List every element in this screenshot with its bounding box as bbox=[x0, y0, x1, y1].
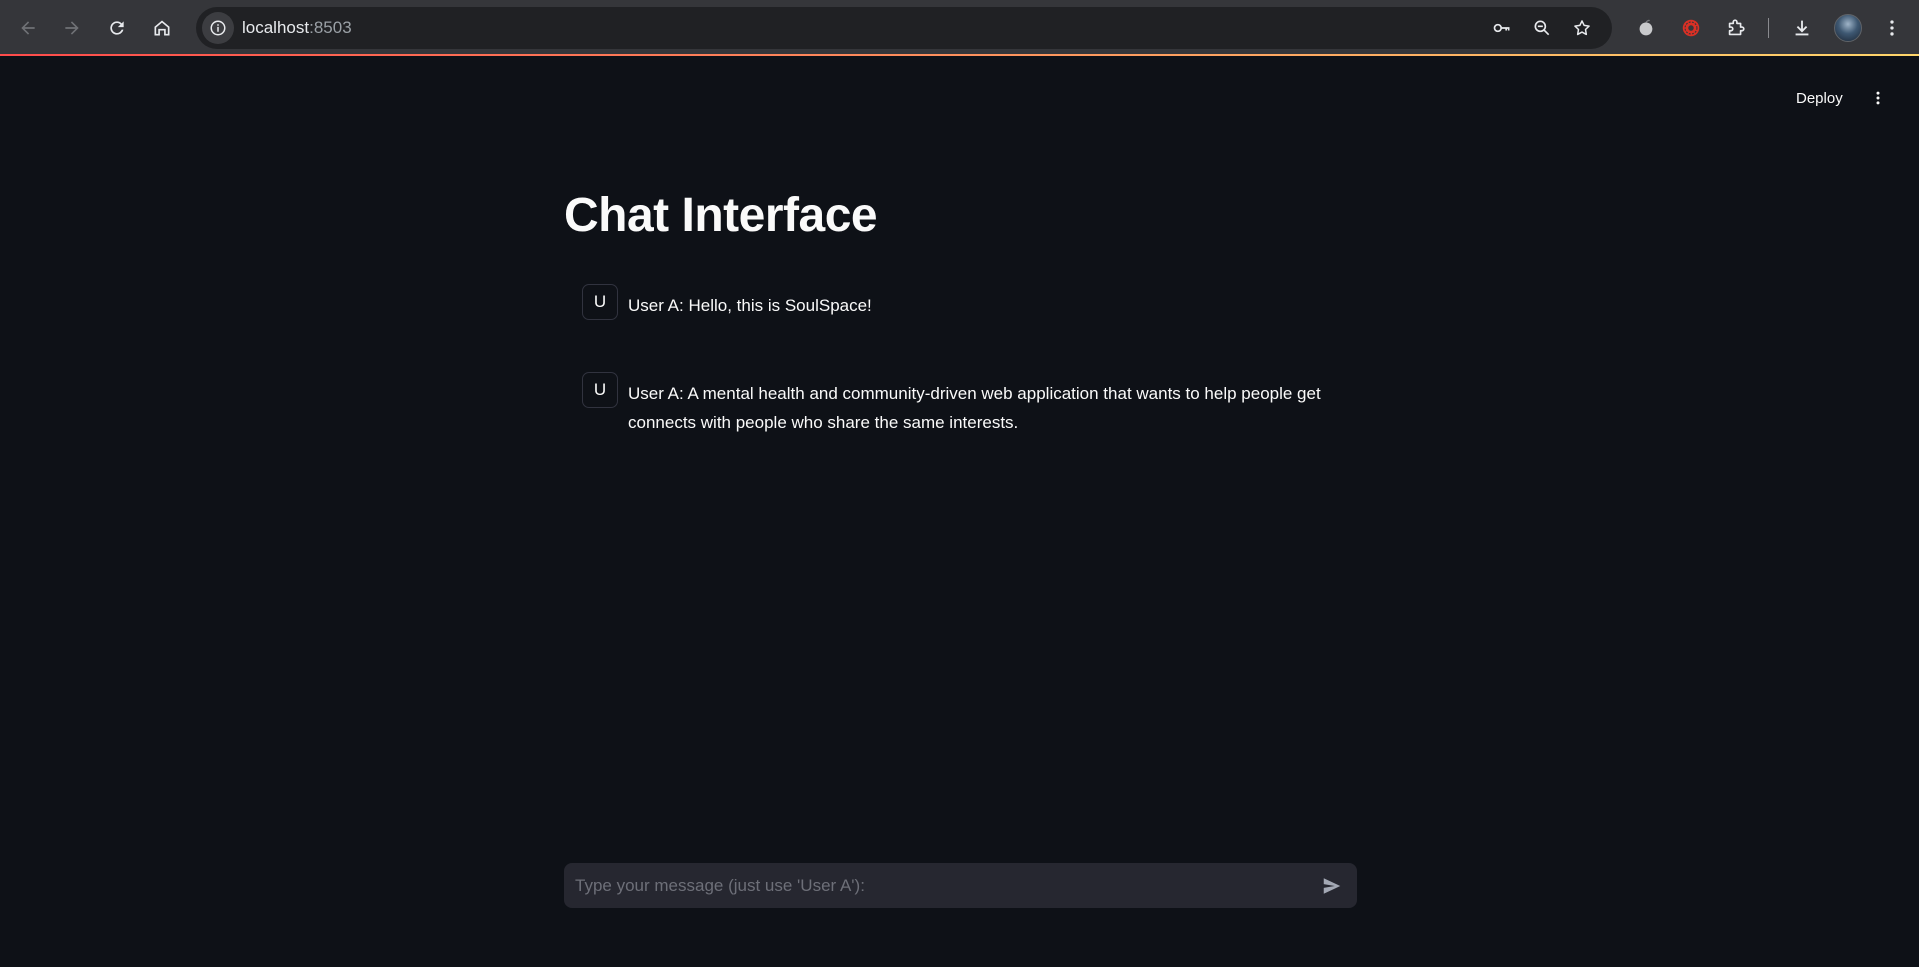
password-button[interactable] bbox=[1486, 12, 1518, 44]
chat-message: U User A: A mental health and community-… bbox=[582, 372, 1362, 437]
zoom-icon bbox=[1534, 20, 1550, 36]
home-button[interactable] bbox=[146, 12, 178, 44]
info-icon bbox=[210, 20, 226, 36]
extension-2-button[interactable] bbox=[1675, 12, 1707, 44]
kebab-menu-icon bbox=[1876, 91, 1880, 105]
url-port: :8503 bbox=[309, 18, 352, 37]
avatar[interactable] bbox=[1834, 14, 1862, 42]
app-loading-bar bbox=[0, 54, 1919, 56]
back-button[interactable] bbox=[12, 12, 44, 44]
reload-button[interactable] bbox=[101, 12, 133, 44]
message-avatar: U bbox=[582, 284, 618, 320]
url-host: localhost bbox=[242, 18, 310, 37]
deploy-button[interactable]: Deploy bbox=[1786, 82, 1853, 114]
reload-icon bbox=[110, 21, 124, 35]
download-icon bbox=[1795, 20, 1809, 36]
extension-record-icon bbox=[1682, 19, 1700, 37]
kebab-menu-icon bbox=[1890, 20, 1894, 36]
forward-button[interactable] bbox=[56, 12, 88, 44]
page-title: Chat Interface bbox=[564, 189, 878, 242]
message-text: User A: Hello, this is SoulSpace! bbox=[628, 296, 872, 315]
star-icon bbox=[1574, 20, 1590, 36]
extension-1-button[interactable] bbox=[1630, 12, 1662, 44]
zoom-button[interactable] bbox=[1526, 12, 1558, 44]
message-text: User A: A mental health and community-dr… bbox=[628, 384, 1321, 432]
puzzle-icon bbox=[1728, 19, 1745, 36]
browser-menu-button[interactable] bbox=[1876, 12, 1908, 44]
chat-message: U User A: Hello, this is SoulSpace! bbox=[582, 284, 1362, 320]
back-arrow-icon bbox=[21, 21, 35, 35]
forward-arrow-icon bbox=[65, 21, 79, 35]
message-avatar: U bbox=[582, 372, 618, 408]
address-bar[interactable]: localhost:8503 bbox=[196, 7, 1612, 49]
key-icon bbox=[1493, 23, 1510, 33]
app-menu-button[interactable] bbox=[1862, 82, 1894, 114]
extension-apple-icon bbox=[1639, 19, 1653, 36]
toolbar-divider bbox=[1768, 18, 1769, 38]
site-info-button[interactable] bbox=[202, 12, 234, 44]
home-icon bbox=[154, 20, 170, 36]
send-icon bbox=[1323, 878, 1341, 894]
chat-input-container bbox=[564, 863, 1357, 908]
browser-toolbar: localhost:8503 bbox=[0, 0, 1919, 56]
bookmark-button[interactable] bbox=[1566, 12, 1598, 44]
url-text[interactable]: localhost:8503 bbox=[242, 7, 352, 49]
chat-input[interactable] bbox=[564, 863, 1304, 908]
downloads-button[interactable] bbox=[1786, 12, 1818, 44]
extensions-button[interactable] bbox=[1720, 12, 1752, 44]
send-button[interactable] bbox=[1317, 871, 1347, 901]
